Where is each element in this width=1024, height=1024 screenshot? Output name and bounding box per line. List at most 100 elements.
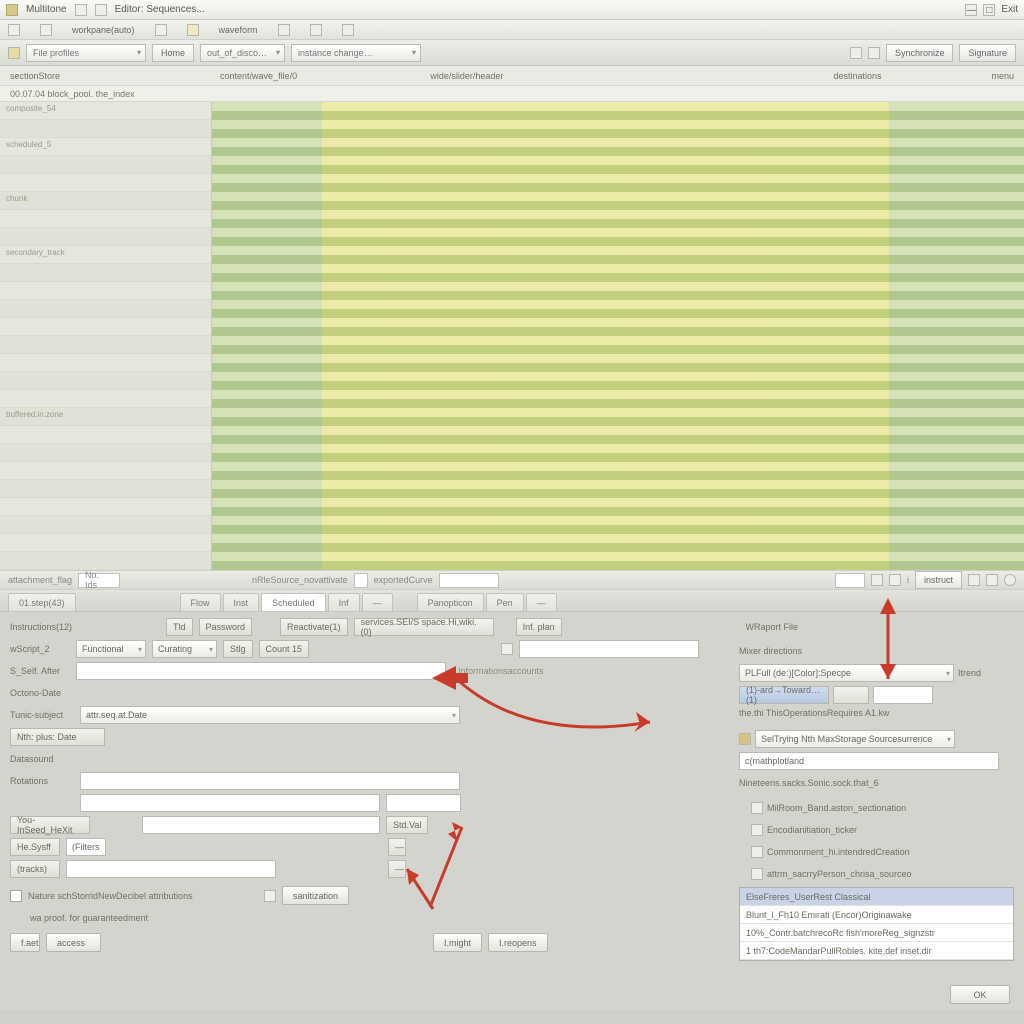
functional-dropdown[interactable]: Functional — [76, 640, 146, 658]
stlg-button[interactable]: Stlg — [223, 640, 253, 658]
itrend-button-sm[interactable] — [833, 686, 869, 704]
menu-icon-1[interactable] — [8, 24, 20, 36]
toolbar-icon-r2[interactable] — [868, 47, 880, 59]
tree-item[interactable]: attrm_sacrryPerson_chrisa_sourceo — [767, 865, 912, 883]
tab-panopticon[interactable]: Panopticon — [417, 593, 484, 611]
menu-item-1[interactable]: workpane(auto) — [72, 25, 135, 35]
tool-icon[interactable] — [342, 24, 354, 36]
toward-button[interactable]: (1)-ard→Toward…(1) — [739, 686, 829, 704]
access-button[interactable]: access — [46, 933, 101, 952]
storage-dropdown[interactable]: SelTrying Nth MaxStorage Sourcesurrence — [755, 730, 955, 748]
subject-dropdown[interactable]: attr.seq.at.Date — [80, 706, 460, 724]
rotations-input-1[interactable] — [80, 772, 460, 790]
tab-flow[interactable]: Flow — [180, 593, 221, 611]
sself-input[interactable] — [76, 662, 446, 680]
track-row[interactable] — [0, 372, 211, 390]
inseed-input[interactable] — [142, 816, 380, 834]
folder-icon[interactable] — [739, 733, 751, 745]
track-row[interactable]: scheduled_5 — [0, 138, 211, 156]
tracks-button[interactable]: (tracks) — [10, 860, 60, 878]
track-row[interactable] — [0, 318, 211, 336]
disco-dropdown[interactable]: out_of_disco… — [200, 44, 285, 62]
toolbar-icon-r1[interactable] — [850, 47, 862, 59]
tree-icon[interactable] — [751, 868, 763, 880]
tree-item[interactable]: Commonment_hi.intendredCreation — [767, 843, 910, 861]
track-row[interactable] — [0, 390, 211, 408]
track-row[interactable] — [0, 156, 211, 174]
tab-inst[interactable]: Inst — [223, 593, 260, 611]
menu-item-3[interactable]: waveform — [219, 25, 258, 35]
tree-item[interactable]: Encodianitiation_ticker — [767, 821, 857, 839]
status-icon-4[interactable] — [986, 574, 998, 586]
ireopens-button[interactable]: I.reopens — [488, 933, 548, 952]
mixer-search-dropdown[interactable]: PLFull (de:)[Color]:Specpe — [739, 664, 954, 682]
tld-button[interactable]: Tld — [166, 618, 193, 636]
tree-icon[interactable] — [751, 802, 763, 814]
menu-icon-2[interactable] — [40, 24, 52, 36]
r10-small-button[interactable]: — — [388, 838, 406, 856]
tab-9[interactable]: — — [526, 593, 557, 611]
home-button[interactable]: Home — [152, 44, 194, 62]
selection-region[interactable] — [322, 102, 889, 570]
track-row[interactable] — [0, 264, 211, 282]
track-row[interactable] — [0, 426, 211, 444]
ok-button[interactable]: OK — [950, 985, 1010, 1004]
instance-dropdown[interactable]: instance change… — [291, 44, 421, 62]
status-field-r1[interactable] — [835, 573, 865, 588]
track-row[interactable] — [0, 444, 211, 462]
track-row[interactable] — [0, 210, 211, 228]
pencil-icon[interactable] — [187, 24, 199, 36]
status-field-small[interactable] — [354, 573, 368, 588]
mixer-toggle-icon[interactable] — [501, 643, 513, 655]
status-field-ids[interactable]: No. Ids — [78, 573, 120, 588]
track-row[interactable] — [0, 552, 211, 570]
curating-dropdown[interactable]: Curating — [152, 640, 217, 658]
track-row[interactable] — [0, 534, 211, 552]
track-row[interactable] — [0, 498, 211, 516]
rotations-input-2[interactable] — [80, 794, 380, 812]
rotations-input-3[interactable] — [386, 794, 461, 812]
password-buttonen[interactable]: Password — [199, 618, 253, 636]
count-button[interactable]: Count 15 — [259, 640, 310, 658]
tab-scheduled[interactable]: Scheduled — [261, 593, 326, 611]
tree-icon[interactable] — [751, 824, 763, 836]
track-row[interactable]: composite_54 — [0, 102, 211, 120]
tree-icon[interactable] — [751, 846, 763, 858]
tracks-input[interactable] — [66, 860, 276, 878]
imight-button[interactable]: I.might — [433, 933, 482, 952]
track-row[interactable] — [0, 336, 211, 354]
tab-inf[interactable]: Inf — [328, 593, 360, 611]
r11-small-button[interactable]: — — [388, 860, 406, 878]
track-row[interactable] — [0, 462, 211, 480]
track-row[interactable] — [0, 120, 211, 138]
refresh-icon[interactable] — [1004, 574, 1016, 586]
exit-label[interactable]: Exit — [1001, 4, 1018, 16]
tab-6[interactable]: — — [362, 593, 393, 611]
profile-dropdown[interactable]: File profiles — [26, 44, 146, 62]
sanit-icon[interactable] — [264, 890, 276, 902]
list-item[interactable]: ElseFreres_UserRest Classical — [740, 888, 1013, 906]
play-icon[interactable] — [310, 24, 322, 36]
list-item[interactable]: 1 th7:CodeMandarPullRobles. kite.def ins… — [740, 942, 1013, 960]
toolbar-icon-1[interactable] — [8, 47, 20, 59]
reactivate-button[interactable]: Reactivate(1) — [280, 618, 348, 636]
list-item[interactable]: 10%_Contr.batchrecoRc fish'moreReg_signz… — [740, 924, 1013, 942]
status-i[interactable]: i — [907, 575, 909, 585]
list-item[interactable]: Blunt_l_Fh10 Emirati (Encor)Originawake — [740, 906, 1013, 924]
status-field-curve[interactable] — [439, 573, 499, 588]
track-row[interactable] — [0, 480, 211, 498]
sync-button[interactable]: Synchronize — [886, 44, 954, 62]
tab-step[interactable]: 01.step(43) — [8, 593, 76, 611]
status-icon-1[interactable] — [871, 574, 883, 586]
nature-checkbox[interactable] — [10, 890, 22, 902]
menu-icon-3[interactable] — [155, 24, 167, 36]
track-row[interactable]: buffered.in.zone — [0, 408, 211, 426]
stdval-button[interactable]: Std.Val — [386, 816, 428, 834]
services-button[interactable]: services.SEI/S space.Hi,wiki.(0) — [354, 618, 494, 636]
mathplot-input[interactable]: c(mathplotland — [739, 752, 999, 770]
nthplus-button[interactable]: Nth: plus: Date — [10, 728, 105, 746]
mixer-input-sm[interactable] — [873, 686, 933, 704]
track-row[interactable] — [0, 354, 211, 372]
track-row[interactable] — [0, 300, 211, 318]
infplan-button[interactable]: Inf. plan — [516, 618, 562, 636]
